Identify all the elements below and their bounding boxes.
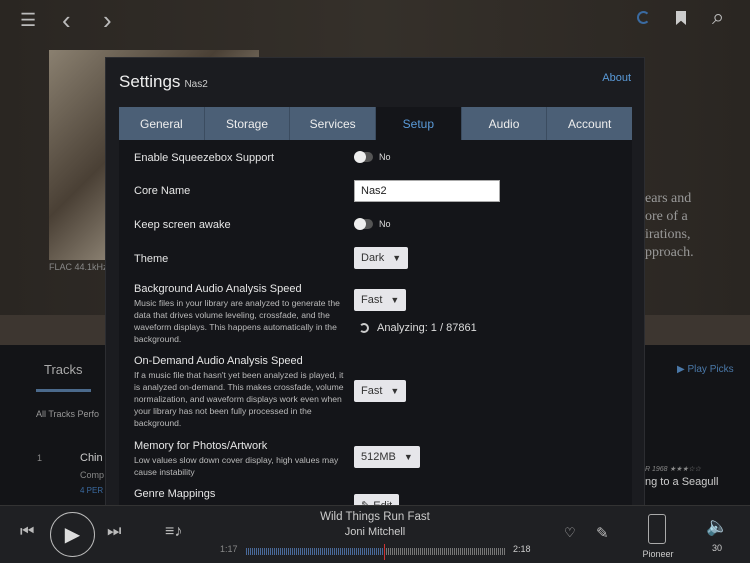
- heart-icon[interactable]: ♡: [564, 525, 576, 541]
- setting-description: If a music file that hasn't yet been ana…: [134, 370, 344, 428]
- search-icon[interactable]: ⌕: [712, 4, 724, 30]
- review-line: irations,: [645, 227, 691, 242]
- all-tracks-label: All Tracks Perfo: [36, 409, 100, 419]
- elapsed-time: 1:17: [220, 544, 238, 554]
- volume-level[interactable]: 30: [706, 543, 728, 553]
- setting-description: Low values slow down cover display, high…: [134, 455, 339, 477]
- back-icon[interactable]: ‹: [62, 5, 71, 36]
- setting-label: On-Demand Audio Analysis Speed: [134, 355, 303, 367]
- forward-icon[interactable]: ›: [103, 5, 112, 36]
- chevron-down-icon: ▼: [390, 295, 400, 305]
- chevron-down-icon: ▼: [390, 386, 400, 396]
- format-label: FLAC 44.1kHz: [49, 262, 108, 272]
- volume-icon[interactable]: 🔈: [706, 516, 728, 537]
- play-picks-button[interactable]: ▶ Play Picks: [677, 364, 734, 375]
- menu-icon[interactable]: ☰: [20, 10, 36, 31]
- now-playing-title[interactable]: Wild Things Run Fast: [250, 511, 500, 523]
- od-analysis-select[interactable]: Fast ▼: [354, 380, 407, 402]
- play-button[interactable]: ▶: [50, 512, 95, 557]
- select-value: Dark: [361, 252, 385, 264]
- tab-storage[interactable]: Storage: [204, 107, 291, 140]
- total-time: 2:18: [513, 544, 531, 554]
- core-subtitle: Nas2: [184, 79, 208, 90]
- pin-icon[interactable]: ✎: [596, 524, 609, 542]
- about-link[interactable]: About: [602, 72, 631, 84]
- memory-select[interactable]: 512MB ▼: [354, 446, 420, 468]
- loading-icon: [637, 11, 650, 24]
- status-text: Analyzing: 1 / 87861: [377, 322, 477, 334]
- player-bar: ⏮ ▶ ⏭ ≡♪ Wild Things Run Fast Joni Mitch…: [0, 505, 750, 563]
- title-text: Settings: [119, 72, 181, 91]
- squeezebox-label: Enable Squeezebox Support: [134, 152, 275, 164]
- settings-dialog: Settings Nas2 About General Storage Servi…: [105, 57, 645, 520]
- toggle-switch[interactable]: [354, 151, 373, 163]
- setting-label: Memory for Photos/Artwork: [134, 440, 268, 452]
- track-composer: Comp: [80, 470, 105, 480]
- bg-analysis-setting: Background Audio Analysis Speed Music fil…: [134, 283, 344, 345]
- core-name-input[interactable]: Nas2: [354, 180, 500, 202]
- track-meta: R 1968 ★★★☆☆: [645, 466, 701, 473]
- now-playing-artist[interactable]: Joni Mitchell: [250, 526, 500, 538]
- memory-setting: Memory for Photos/Artwork Low values slow…: [134, 440, 344, 478]
- track-title[interactable]: Chin: [80, 452, 103, 464]
- core-name-label: Core Name: [134, 185, 191, 197]
- next-icon[interactable]: ⏭: [107, 523, 121, 541]
- analysis-status: Analyzing: 1 / 87861: [359, 322, 477, 334]
- waveform-remaining[interactable]: [384, 548, 506, 555]
- tab-account[interactable]: Account: [547, 107, 633, 140]
- previous-icon[interactable]: ⏮: [20, 523, 34, 541]
- tab-services[interactable]: Services: [290, 107, 377, 140]
- chevron-down-icon: ▼: [403, 452, 413, 462]
- squeezebox-toggle[interactable]: No: [354, 151, 391, 163]
- select-value: Fast: [361, 294, 383, 306]
- track-title-right[interactable]: ng to a Seagull: [645, 476, 718, 488]
- dialog-title: Settings Nas2: [119, 72, 208, 92]
- review-line: ears and: [645, 191, 692, 206]
- tab-general[interactable]: General: [119, 107, 205, 140]
- setting-label: Background Audio Analysis Speed: [134, 283, 302, 295]
- track-performances[interactable]: 4 PER: [80, 486, 103, 495]
- spinner-icon: [359, 323, 369, 333]
- speaker-zone-icon[interactable]: [648, 514, 666, 544]
- tracks-tab-underline: [36, 389, 91, 392]
- chevron-down-icon: ▼: [392, 253, 402, 263]
- screen-awake-toggle[interactable]: No: [354, 218, 391, 230]
- screen-awake-label: Keep screen awake: [134, 219, 231, 231]
- tab-tracks[interactable]: Tracks: [44, 362, 83, 377]
- zone-name[interactable]: Pioneer: [630, 549, 686, 559]
- theme-select[interactable]: Dark ▼: [354, 247, 409, 269]
- toggle-value: No: [379, 152, 391, 162]
- tab-audio[interactable]: Audio: [461, 107, 548, 140]
- playhead[interactable]: [384, 544, 385, 560]
- toggle-switch[interactable]: [354, 218, 373, 230]
- genre-mappings-label: Genre Mappings: [134, 488, 216, 500]
- toggle-value: No: [379, 219, 391, 229]
- od-analysis-setting: On-Demand Audio Analysis Speed If a music…: [134, 355, 344, 429]
- review-line: pproach.: [645, 245, 694, 260]
- tab-setup[interactable]: Setup: [376, 107, 462, 140]
- queue-icon[interactable]: ≡♪: [165, 523, 182, 541]
- setting-description: Music files in your library are analyzed…: [134, 298, 340, 344]
- bg-analysis-select[interactable]: Fast ▼: [354, 289, 407, 311]
- review-line: ore of a: [645, 209, 688, 224]
- track-number: 1: [37, 453, 43, 463]
- theme-label: Theme: [134, 253, 169, 265]
- setup-panel: Enable Squeezebox Support No Core Name N…: [119, 140, 632, 520]
- select-value: 512MB: [361, 451, 396, 463]
- settings-tabs: General Storage Services Setup Audio Acc…: [119, 107, 633, 140]
- select-value: Fast: [361, 385, 383, 397]
- album-review: ears and ore of a irations, pproach.: [645, 190, 694, 262]
